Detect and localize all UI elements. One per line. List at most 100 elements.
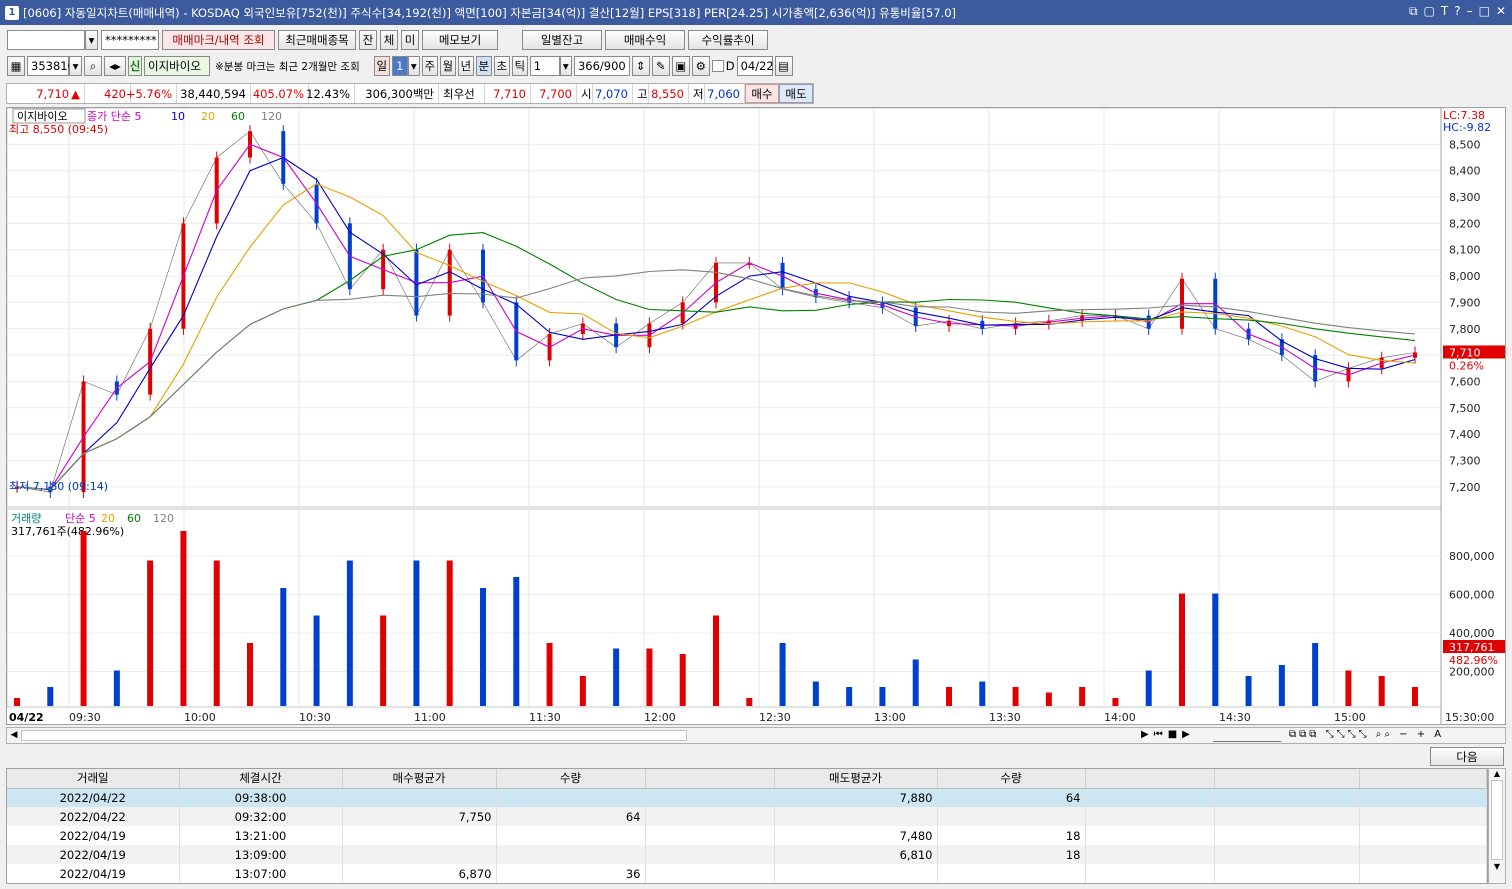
price-change: 420 — [85, 84, 131, 103]
ma-legend-item: 120 — [261, 110, 282, 123]
col-buy-avg[interactable]: 매수평균가 — [342, 769, 497, 789]
tile-icon[interactable]: ▢ — [1424, 4, 1435, 19]
cell — [1214, 864, 1360, 883]
sell-button[interactable]: 매도 — [779, 84, 813, 103]
volume-bar — [879, 687, 886, 706]
trade-profit-button[interactable]: 매매수익 — [605, 30, 685, 50]
table-row[interactable]: 2022/04/22 09:38:00 7,880 64 — [7, 788, 1487, 807]
cell — [937, 864, 1086, 883]
volume-bar — [513, 577, 520, 706]
daily-balance-button[interactable]: 일별잔고 — [522, 30, 602, 50]
col-sell-qty[interactable]: 수량 — [937, 769, 1086, 789]
quote-bar: 7,710 ▲ 420 +5.76% 38,440,594 405.07% 12.… — [6, 83, 814, 104]
time-tick-label: 14:30 — [1219, 711, 1251, 724]
period-minute-tab[interactable]: 분 — [475, 56, 492, 76]
interval-input[interactable]: 1 — [529, 56, 560, 76]
scroll-thumb[interactable] — [21, 730, 687, 741]
zoom-slider[interactable] — [1213, 729, 1281, 742]
volume: 38,440,594 — [177, 84, 251, 103]
draw-tool-icon[interactable]: ✎ — [651, 56, 670, 76]
chart-canvas[interactable]: 8,500 8,400 8,300 8,200 8,100 8,000 7,900 7,800… — [7, 108, 1505, 724]
price-pane — [7, 108, 1442, 508]
code-dropdown-icon[interactable]: ▾ — [69, 56, 82, 76]
vscroll-thumb[interactable] — [1491, 780, 1503, 860]
scroll-down-icon[interactable]: ▼ — [1489, 862, 1505, 871]
time-tick-label: 12:30 — [759, 711, 791, 724]
maximize-icon[interactable]: □ — [1479, 4, 1490, 19]
period-dropdown-icon[interactable]: ▾ — [407, 56, 420, 76]
font-icon[interactable]: T — [1441, 4, 1448, 19]
minimize-icon[interactable]: – — [1467, 4, 1473, 19]
window-controls: ⧉ ▢ T ? – □ ✕ — [1409, 4, 1506, 19]
col-sell-avg[interactable]: 매도평균가 — [774, 769, 938, 789]
period-tick-tab[interactable]: 틱 — [511, 56, 528, 76]
volume-ma-legend-item: 60 — [127, 512, 141, 525]
executed-button[interactable]: 체 — [380, 30, 398, 50]
search-icon[interactable]: ⌕ — [84, 56, 102, 76]
period-second-tab[interactable]: 초 — [493, 56, 510, 76]
col-empty-2 — [1085, 769, 1215, 789]
unfilled-button[interactable]: 미 — [401, 30, 419, 50]
high-price: 8,550 — [649, 84, 689, 103]
table-row[interactable]: 2022/04/22 09:32:00 7,750 64 — [7, 807, 1487, 826]
volume-bar — [713, 615, 719, 706]
account-input[interactable] — [7, 30, 85, 50]
table-row[interactable]: 2022/04/19 13:07:00 6,870 36 — [7, 864, 1487, 883]
table-row[interactable]: 2022/04/19 13:21:00 7,480 18 — [7, 826, 1487, 845]
scroll-up-icon[interactable]: ▲ — [1489, 769, 1505, 778]
return-trend-button[interactable]: 수익률추이 — [688, 30, 768, 50]
hc-label: HC:-9.82 — [1443, 121, 1491, 134]
table-row[interactable]: 2022/04/19 13:09:00 6,810 18 — [7, 845, 1487, 864]
chart-scrollbar[interactable]: ◀ ▶⏮■▶ ⧉⧉⧉ ⤡⤡⤡⤡ ⌕⌕ − + A — [6, 727, 1506, 744]
change-percent: +5.76% — [126, 84, 177, 103]
trade-mark-query-button[interactable]: 매매마크/내역 조회 — [162, 30, 275, 50]
playback-controls[interactable]: ▶⏮■▶ — [1141, 729, 1195, 740]
cell — [1085, 845, 1215, 864]
interval-dropdown-icon[interactable]: ▾ — [559, 56, 572, 76]
period-day-tab[interactable]: 일 — [373, 56, 390, 76]
volume-bar — [480, 588, 486, 706]
period-number-select[interactable]: 1 — [391, 56, 408, 76]
memo-button[interactable]: 메모보기 — [422, 30, 498, 50]
cell — [1214, 826, 1360, 845]
calendar-icon[interactable]: ▤ — [774, 56, 793, 76]
volume-tick-label: 200,000 — [1449, 666, 1495, 679]
cell: 6,810 — [774, 845, 938, 864]
col-buy-qty[interactable]: 수량 — [496, 769, 646, 789]
table-vertical-scrollbar[interactable]: ▲ ▼ — [1488, 768, 1506, 884]
cell: 64 — [496, 807, 646, 826]
cell — [496, 788, 646, 807]
date-input[interactable]: 04/22 — [736, 56, 774, 76]
balance-button[interactable]: 잔 — [359, 30, 377, 50]
count-display[interactable]: 366/900 — [573, 56, 630, 76]
scroll-left-icon[interactable]: ◀ — [8, 729, 20, 742]
volume-bar — [679, 654, 686, 706]
volume-bar — [1412, 687, 1418, 706]
chart-type-icon[interactable]: ⇕ — [631, 56, 650, 76]
buy-button[interactable]: 매수 — [745, 84, 779, 103]
settings-gear-icon[interactable]: ⚙ — [691, 56, 710, 76]
restore-icon[interactable]: ⧉ — [1409, 4, 1418, 19]
chart-panel[interactable]: 8,500 8,400 8,300 8,200 8,100 8,000 7,900 7,800… — [6, 107, 1506, 725]
cell — [1359, 826, 1487, 845]
stock-code-input[interactable]: 353810 — [27, 56, 75, 76]
period-year-tab[interactable]: 년 — [457, 56, 474, 76]
period-month-tab[interactable]: 월 — [439, 56, 456, 76]
d-checkbox[interactable] — [711, 60, 724, 72]
volume-bar — [1378, 676, 1385, 706]
layout-icon[interactable]: ▦ — [7, 56, 25, 76]
save-icon[interactable]: ▣ — [671, 56, 690, 76]
sound-icon[interactable]: ◂▸ — [104, 56, 126, 76]
period-week-tab[interactable]: 주 — [421, 56, 438, 76]
help-icon[interactable]: ? — [1454, 4, 1460, 19]
col-exec-time[interactable]: 체결시간 — [179, 769, 343, 789]
account-dropdown-icon[interactable]: ▾ — [85, 30, 98, 50]
chart-tool-icons[interactable]: ⧉⧉⧉ ⤡⤡⤡⤡ ⌕⌕ − + A — [1289, 729, 1444, 740]
close-icon[interactable]: ✕ — [1496, 4, 1506, 19]
next-button[interactable]: 다음 — [1430, 747, 1504, 766]
password-field[interactable]: ********* — [101, 30, 159, 50]
recent-trades-button[interactable]: 최근매매종목 — [278, 30, 356, 50]
credit-badge: 신 — [128, 56, 142, 76]
col-trade-date[interactable]: 거래일 — [7, 769, 180, 789]
cell: 2022/04/22 — [7, 788, 180, 807]
